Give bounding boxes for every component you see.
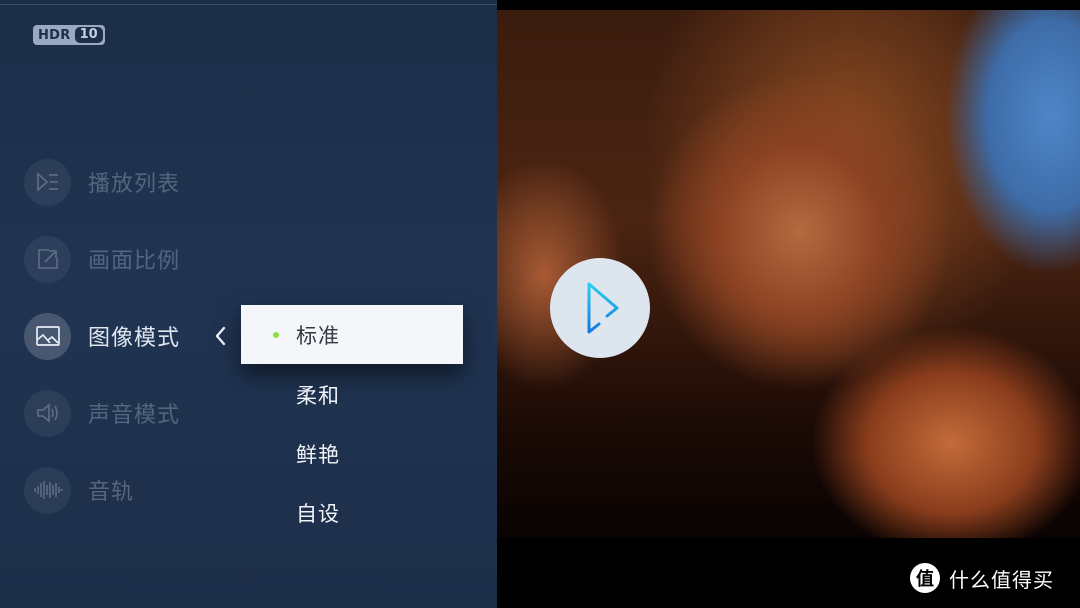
- menu-item-label: 画面比例: [88, 249, 181, 274]
- watermark-logo-icon: 值: [910, 563, 940, 593]
- hdr-label: HDR: [38, 27, 71, 43]
- menu-icon-circle: [24, 235, 71, 283]
- selected-indicator-dot: [273, 331, 279, 338]
- settings-panel: HDR 10 播放列表 画面比例 图像模式 声音模式 音轨 标准 柔和 鲜艳 自…: [0, 0, 497, 608]
- menu-item-aspect-ratio[interactable]: 画面比例: [24, 235, 180, 283]
- menu-item-label: 图像模式: [88, 326, 181, 351]
- menu-item-sound-mode[interactable]: 声音模式: [24, 389, 180, 437]
- menu-icon-circle: [24, 158, 71, 206]
- hdr-version: 10: [74, 27, 103, 43]
- watermark-text: 什么值得买: [949, 567, 1054, 592]
- menu-icon-circle: [24, 389, 71, 437]
- playlist-icon: [36, 172, 58, 192]
- audio-track-icon: [33, 481, 62, 499]
- menu-item-picture-mode[interactable]: 图像模式: [24, 312, 180, 360]
- submenu-option-soft[interactable]: 柔和: [296, 380, 340, 410]
- chevron-left-icon[interactable]: [212, 324, 228, 348]
- submenu-option-vivid[interactable]: 鲜艳: [296, 439, 340, 469]
- menu-item-label: 音轨: [88, 480, 135, 505]
- menu-item-label: 播放列表: [88, 172, 181, 197]
- menu-item-audio-track[interactable]: 音轨: [24, 466, 134, 514]
- menu-item-label: 声音模式: [88, 403, 181, 428]
- picture-mode-icon: [35, 326, 60, 346]
- divider: [0, 4, 497, 5]
- submenu-option-standard[interactable]: 标准: [241, 305, 463, 364]
- aspect-ratio-icon: [37, 249, 58, 269]
- hdr10-badge: HDR 10: [33, 25, 105, 45]
- sound-mode-icon: [36, 403, 58, 423]
- play-button[interactable]: [550, 258, 650, 358]
- submenu-option-label: 标准: [296, 323, 340, 348]
- submenu-option-custom[interactable]: 自设: [296, 498, 340, 528]
- menu-item-playlist[interactable]: 播放列表: [24, 158, 180, 206]
- menu-icon-circle: [24, 312, 71, 360]
- play-icon: [587, 282, 619, 334]
- menu-icon-circle: [24, 466, 71, 514]
- watermark: 值 什么值得买: [910, 563, 1054, 593]
